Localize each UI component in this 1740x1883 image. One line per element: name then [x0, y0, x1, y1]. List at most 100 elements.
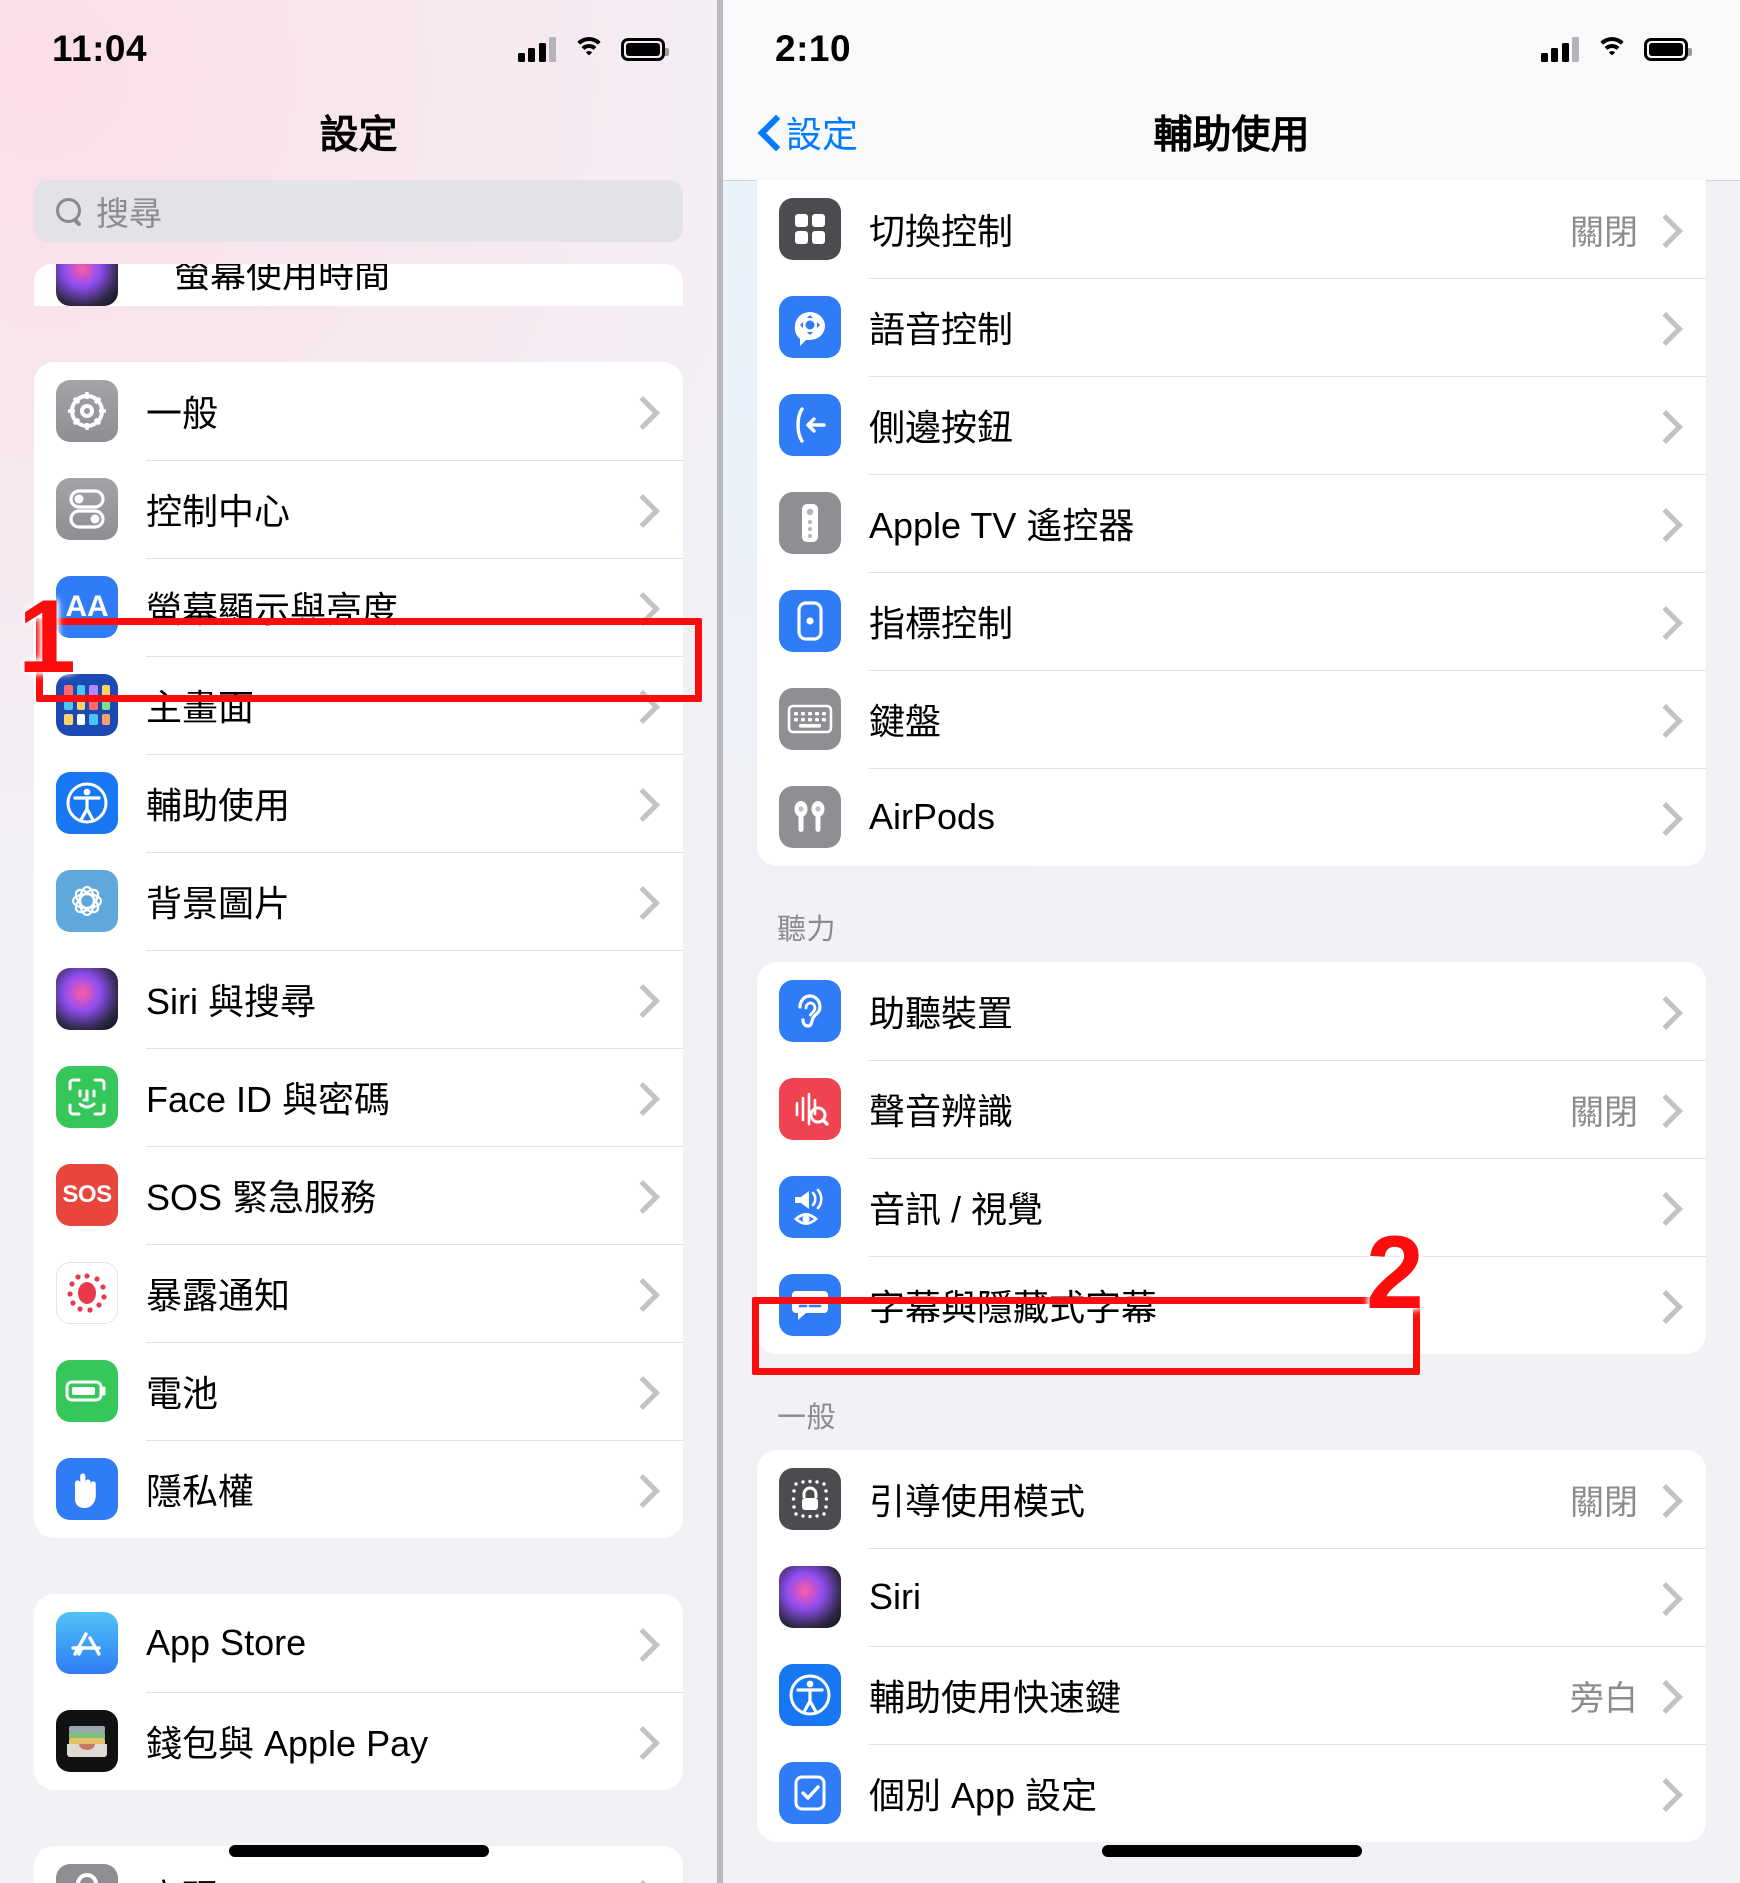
partial-row-screen-time[interactable]: 螢幕使用時間	[34, 264, 683, 306]
row-sound-recognition[interactable]: 聲音辨識 關閉	[757, 1060, 1706, 1158]
sidebar-item-exposure-notifications[interactable]: 暴露通知	[34, 1244, 683, 1342]
status-time: 2:10	[775, 28, 852, 69]
sidebar-item-label: 密碼	[118, 1869, 627, 1883]
row-label: 切換控制	[869, 211, 1014, 252]
row-hearing-devices[interactable]: 助聽裝置	[757, 962, 1706, 1060]
accessibility-icon	[56, 772, 118, 834]
cellular-bars-icon	[517, 36, 556, 62]
sidebar-item-app-store[interactable]: App Store	[34, 1594, 683, 1692]
chevron-right-icon	[627, 690, 657, 720]
row-per-app-settings[interactable]: 個別 App 設定	[757, 1744, 1706, 1842]
captions-icon	[779, 1274, 841, 1336]
chevron-right-icon	[627, 1278, 657, 1308]
row-pointer-control[interactable]: 指標控制	[757, 572, 1706, 670]
row-label: 引導使用模式	[869, 1481, 1086, 1522]
sidebar-item-control-center[interactable]: 控制中心	[34, 460, 683, 558]
search-input[interactable]: 搜尋	[34, 180, 683, 242]
sidebar-item-home-screen[interactable]: 主畫面	[34, 656, 683, 754]
audio-visual-icon	[779, 1176, 841, 1238]
key-icon	[56, 1864, 118, 1883]
page-title: 輔助使用	[1153, 114, 1310, 157]
hourglass-icon	[56, 264, 118, 306]
chevron-right-icon	[627, 1376, 657, 1406]
chevron-right-icon	[1650, 704, 1680, 734]
battery-icon	[621, 37, 669, 61]
row-apple-tv-remote[interactable]: Apple TV 遙控器	[757, 474, 1706, 572]
sidebar-item-emergency-sos[interactable]: SOS SOS 緊急服務	[34, 1146, 683, 1244]
row-siri[interactable]: Siri	[757, 1548, 1706, 1646]
sidebar-item-battery[interactable]: 電池	[34, 1342, 683, 1440]
sidebar-item-siri-search[interactable]: Siri 與搜尋	[34, 950, 683, 1048]
accessibility-icon	[779, 1664, 841, 1726]
sidebar-item-display-brightness[interactable]: AA 螢幕顯示與亮度	[34, 558, 683, 656]
gear-icon	[56, 380, 118, 442]
row-label: 聲音辨識	[869, 1091, 1014, 1132]
sidebar-item-wallpaper[interactable]: 背景圖片	[34, 852, 683, 950]
sidebar-item-label: 錢包與 Apple Pay	[146, 1723, 429, 1764]
back-button[interactable]: 設定	[759, 106, 858, 158]
exposure-notification-icon	[56, 1262, 118, 1324]
row-voice-control[interactable]: 語音控制	[757, 278, 1706, 376]
face-id-icon	[56, 1066, 118, 1128]
row-label: Siri	[869, 1576, 921, 1617]
apple-tv-remote-icon	[779, 492, 841, 554]
accessibility-group-physical-motor: 切換控制 關閉 語音控制 側邊按鈕 Apple TV 遙控器 指標控制 鍵盤 A…	[757, 180, 1706, 866]
row-label: 助聽裝置	[869, 993, 1014, 1034]
row-airpods[interactable]: AirPods	[757, 768, 1706, 866]
sidebar-item-wallet-apple-pay[interactable]: 錢包與 Apple Pay	[34, 1692, 683, 1790]
chevron-right-icon	[1650, 996, 1680, 1026]
toggles-icon	[56, 478, 118, 540]
sidebar-item-face-id[interactable]: Face ID 與密碼	[34, 1048, 683, 1146]
page-title: 設定	[319, 114, 398, 157]
section-header-general: 一般	[777, 1402, 837, 1434]
row-keyboard[interactable]: 鍵盤	[757, 670, 1706, 768]
siri-orb-icon	[56, 968, 118, 1030]
row-switch-control[interactable]: 切換控制 關閉	[757, 180, 1706, 278]
row-label: 音訊 / 視覺	[869, 1189, 1044, 1230]
wallet-icon	[56, 1710, 118, 1772]
sidebar-item-label: 電池	[146, 1373, 219, 1414]
chevron-right-icon	[627, 494, 657, 524]
left-nav-bar: 設定	[0, 84, 717, 180]
row-value: 旁白	[1570, 1679, 1638, 1718]
hearing-aid-icon	[779, 980, 841, 1042]
search-placeholder: 搜尋	[96, 195, 162, 232]
row-audio-visual[interactable]: 音訊 / 視覺	[757, 1158, 1706, 1256]
chevron-right-icon	[1650, 214, 1680, 244]
sidebar-item-general[interactable]: 一般	[34, 362, 683, 460]
sidebar-item-label: 螢幕顯示與亮度	[146, 589, 399, 630]
sidebar-item-accessibility[interactable]: 輔助使用	[34, 754, 683, 852]
home-indicator	[1101, 1845, 1362, 1857]
sidebar-item-label: 一般	[146, 393, 219, 434]
row-value: 關閉	[1570, 1093, 1638, 1132]
row-label: 側邊按鈕	[869, 407, 1014, 448]
hand-privacy-icon	[56, 1458, 118, 1520]
chevron-right-icon	[627, 1082, 657, 1112]
settings-group-2: App Store 錢包與 Apple Pay	[34, 1594, 683, 1790]
chevron-right-icon	[627, 984, 657, 1014]
row-label: 鍵盤	[869, 701, 942, 742]
siri-orb-icon	[779, 1566, 841, 1628]
chevron-right-icon	[627, 1474, 657, 1504]
sound-recognition-icon	[779, 1078, 841, 1140]
chevron-right-icon	[1650, 606, 1680, 636]
row-subtitles-captioning[interactable]: 字幕與隱藏式字幕	[757, 1256, 1706, 1354]
sidebar-item-privacy[interactable]: 隱私權	[34, 1440, 683, 1538]
chevron-right-icon	[1650, 1778, 1680, 1808]
side-button-icon	[779, 394, 841, 456]
wallpaper-flower-icon	[56, 870, 118, 932]
chevron-right-icon	[1650, 312, 1680, 342]
app-grid-icon	[56, 674, 118, 736]
chevron-right-icon	[1650, 1094, 1680, 1124]
wifi-icon	[572, 36, 605, 62]
right-phone-screen: 2:10 設定 輔助使用 切換控制 關閉 語音控制 側邊按鈕 Apple TV …	[723, 0, 1740, 1883]
chevron-right-icon	[627, 592, 657, 622]
sidebar-item-label: App Store	[146, 1622, 307, 1663]
row-label: 輔助使用快速鍵	[869, 1677, 1122, 1718]
row-guided-access[interactable]: 引導使用模式 關閉	[757, 1450, 1706, 1548]
row-side-button[interactable]: 側邊按鈕	[757, 376, 1706, 474]
chevron-right-icon	[627, 1726, 657, 1756]
row-accessibility-shortcut[interactable]: 輔助使用快速鍵 旁白	[757, 1646, 1706, 1744]
pointer-control-icon	[779, 590, 841, 652]
